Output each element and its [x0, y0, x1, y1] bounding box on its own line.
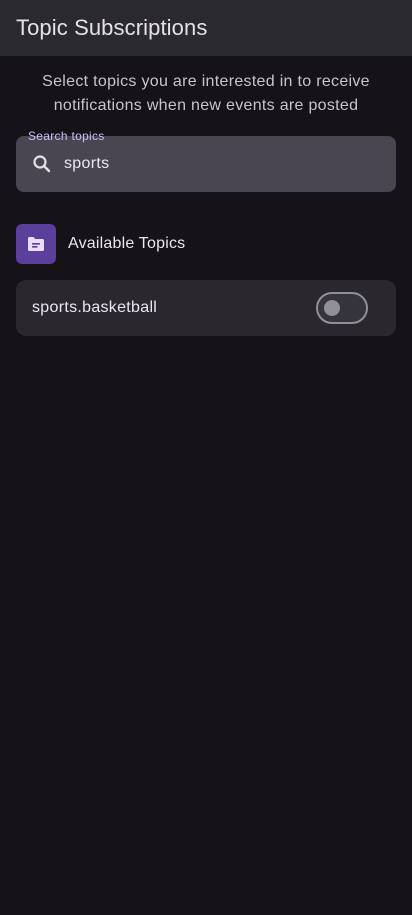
topic-label: sports.basketball	[32, 299, 158, 316]
toggle-thumb	[324, 300, 340, 316]
search-label: Search topics	[28, 129, 105, 143]
section-header: Available Topics	[16, 224, 185, 264]
search-input[interactable]: sports	[16, 136, 396, 192]
section-title: Available Topics	[68, 235, 186, 252]
subscribe-toggle[interactable]	[316, 292, 368, 324]
folder-icon	[28, 237, 44, 251]
list-item[interactable]: sports.basketball	[16, 280, 396, 336]
search-value[interactable]: sports	[64, 153, 109, 175]
folder-badge	[16, 224, 56, 264]
app-bar: Topic Subscriptions	[0, 0, 412, 56]
description-text: Select topics you are interested in to r…	[42, 73, 370, 114]
page-title: Topic Subscriptions	[16, 15, 208, 40]
search-icon	[30, 152, 54, 176]
